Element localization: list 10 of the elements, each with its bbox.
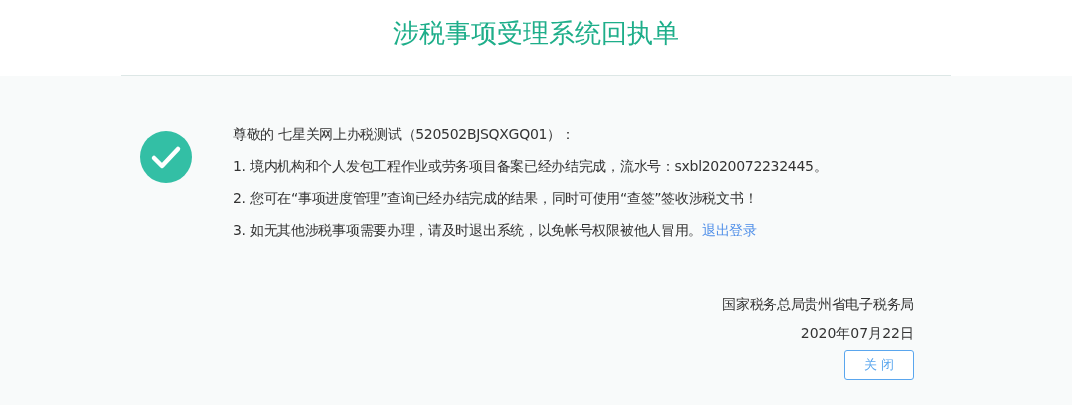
- date-text: 2020年07月22日: [800, 324, 914, 343]
- logout-link[interactable]: 退出登录: [702, 222, 757, 238]
- close-button[interactable]: 关 闭: [844, 350, 914, 380]
- notice-text: 2. 您可在“事项进度管理”查询已经办结完成的结果，同时可使用“查签”签收涉税文书！: [233, 189, 759, 208]
- page-title: 涉税事项受理系统回执单: [393, 17, 679, 50]
- notice-text: 3. 如无其他涉税事项需要办理，请及时退出系统，以免帐号权限被他人冒用。退出登录: [233, 221, 758, 240]
- issuer-text: 国家税务总局贵州省电子税务局: [722, 295, 914, 314]
- checkmark-icon: [140, 131, 192, 183]
- greeting-text: 尊敬的 七星关网上办税测试（520502BJSQXGQ01）：: [233, 125, 576, 144]
- notice-text: 1. 境内机构和个人发包工程作业或劳务项目备案已经办结完成，流水号：sxbl2020072232445。: [233, 157, 828, 176]
